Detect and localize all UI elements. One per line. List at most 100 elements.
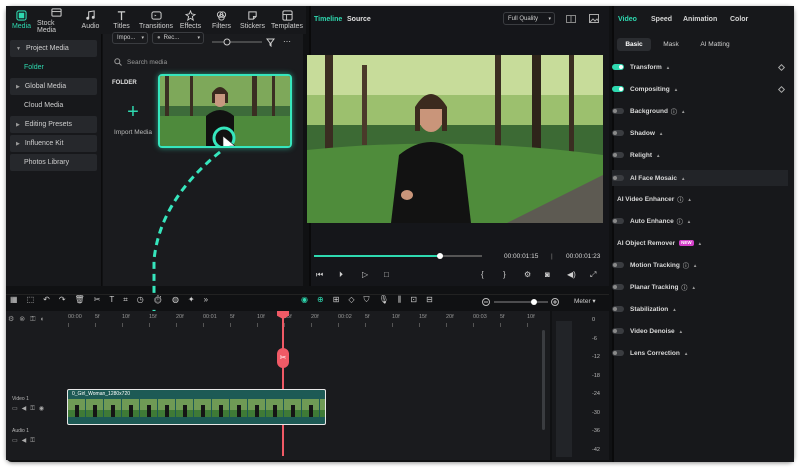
magnet-icon[interactable]: ◉ [301,295,317,304]
stabilization-toggle[interactable] [612,306,624,312]
lock-icon[interactable]: ⚿ [30,438,39,444]
speaker-icon[interactable]: ◀ [22,406,31,412]
info-icon[interactable]: ⓘ [681,283,687,292]
section-ai-video-enhancer[interactable]: AI Video Enhancer ⓘ ▲ [617,192,793,206]
property-motion-tracking[interactable]: Motion Tracking ⓘ ▲ [612,258,788,272]
visible-icon[interactable]: ◐ [40,316,49,323]
info-icon[interactable]: ⓘ [683,261,689,270]
sidebar-item-global-media[interactable]: ▶ Global Media [10,78,97,95]
ai-face-mosaic-toggle[interactable] [612,175,624,181]
filter-icon[interactable] [266,38,275,47]
undo-icon[interactable]: ↶ [43,295,59,304]
select-icon[interactable]: ⬚ [27,295,44,304]
property-stabilization[interactable]: Stabilization ▲ [612,302,788,316]
tab-video[interactable]: Video [618,16,637,23]
tab-animation[interactable]: Animation [683,16,717,23]
previous-frame-icon[interactable]: ⏮ [316,270,323,280]
subtab-basic[interactable]: Basic [617,38,651,51]
settings-icon[interactable]: ⚙ [524,270,531,279]
quality-dropdown[interactable]: Full Quality ▾ [503,12,555,25]
lock-icon[interactable]: ⚿ [30,316,40,323]
text-icon[interactable]: T [109,295,123,304]
shadow-toggle[interactable] [612,130,624,136]
split-scissors-icon[interactable]: ✂ [277,348,289,368]
tab-speed[interactable]: Speed [651,16,672,23]
redo-icon[interactable]: ↷ [59,295,75,304]
mixer-icon[interactable]: ⫼ [398,295,411,304]
snapshot-icon[interactable]: ◙ [545,270,550,279]
section-ai-object-remover[interactable]: AI Object Remover NEW ▲ [617,236,793,250]
info-icon[interactable]: ⓘ [671,107,677,116]
tab-titles[interactable]: Titles [106,6,137,34]
property-ai-face-mosaic[interactable]: AI Face Mosaic ▲ [612,170,788,186]
search-input[interactable]: Search media [108,55,294,69]
step-forward-icon[interactable]: ⏵ [339,270,343,280]
import-media-button[interactable]: + Import Media [112,94,154,144]
folder-icon[interactable]: ▭ [12,406,22,412]
background-toggle[interactable] [612,108,624,114]
transform-toggle[interactable] [612,64,624,70]
add-track-icon[interactable]: ⊞ [333,295,349,304]
property-auto-enhance[interactable]: Auto Enhance ⓘ ▲ [612,214,788,228]
mic-icon[interactable]: 🎙 [379,295,398,304]
delete-icon[interactable]: 🗑 [75,295,94,304]
property-transform[interactable]: Transform ▲ [612,60,788,74]
tab-templates[interactable]: Templates [268,6,306,34]
folder-icon[interactable]: ▭ [12,438,22,444]
property-compositing[interactable]: Compositing ▲ [612,82,788,96]
property-lens-correction[interactable]: Lens Correction ▲ [612,346,788,360]
play-icon[interactable]: ▷ [362,270,368,279]
property-planar-tracking[interactable]: Planar Tracking ⓘ ▲ [612,280,788,294]
keyframe-icon[interactable] [777,63,786,71]
tab-filters[interactable]: Filters [206,6,237,34]
image-icon[interactable] [589,14,599,23]
layout-icon[interactable]: ▦ [10,295,27,304]
marker-icon[interactable]: ◇ [348,295,363,304]
playhead[interactable] [282,313,284,456]
ai-tool-icon[interactable]: ✦ [188,295,204,304]
import-dropdown[interactable]: Impo... ▾ [112,32,148,44]
video-clip[interactable]: 0_Girl_Woman_1280x720 [67,389,326,425]
cut-icon[interactable]: ✂ [94,295,110,304]
settings-icon[interactable]: ⚙ [8,316,19,323]
crop-icon[interactable]: ⌗ [123,295,137,304]
timeline-scrollbar[interactable] [542,330,545,430]
subtab-ai-matting[interactable]: AI Matting [693,38,737,51]
grid-view-icon[interactable] [566,15,576,23]
tab-audio[interactable]: Audio [75,6,106,34]
more-tools-icon[interactable]: » [204,295,217,304]
property-shadow[interactable]: Shadow ▲ [612,126,788,140]
tab-media[interactable]: Media [6,6,37,34]
sidebar-item-photos-library[interactable]: Photos Library [10,154,97,171]
sidebar-item-influence-kit[interactable]: ▶ Influence Kit [10,135,97,152]
compositing-toggle[interactable] [612,86,624,92]
mark-in-icon[interactable]: { [481,270,484,279]
subtab-mask[interactable]: Mask [657,38,685,51]
stop-icon[interactable]: □ [384,270,389,279]
sidebar-item-project-media[interactable]: ▼ Project Media [10,40,97,57]
more-options-icon[interactable]: ⋯ [283,37,291,46]
color-icon[interactable]: ◍ [172,295,188,304]
volume-icon[interactable]: ◀) [567,270,576,279]
info-icon[interactable]: ⓘ [677,217,683,226]
auto-enhance-toggle[interactable] [612,218,624,224]
sidebar-item-folder[interactable]: Folder [10,59,97,76]
sidebar-item-editing-presets[interactable]: ▶ Editing Presets [10,116,97,133]
tab-stickers[interactable]: Stickers [237,6,268,34]
motion-tracking-toggle[interactable] [612,262,624,268]
link-icon[interactable]: ⊕ [317,295,333,304]
planar-tracking-toggle[interactable] [612,284,624,290]
relight-toggle[interactable] [612,152,624,158]
video-denoise-toggle[interactable] [612,328,624,334]
tab-timeline[interactable]: Timeline [314,16,342,23]
zoom-fit-icon[interactable]: ⊟ [426,295,442,304]
lock-icon[interactable]: ⚿ [30,406,39,412]
tab-transitions[interactable]: Transitions [137,6,175,34]
lens-correction-toggle[interactable] [612,350,624,356]
fullscreen-icon[interactable]: ⤢ [590,270,596,280]
property-video-denoise[interactable]: Video Denoise ▲ [612,324,788,338]
property-background[interactable]: Background ⓘ ▲ [612,104,788,118]
sort-dropdown[interactable]: ● Rec... ▾ [152,32,204,44]
sidebar-item-cloud-media[interactable]: Cloud Media [10,97,97,114]
mark-out-icon[interactable]: } [503,270,506,279]
